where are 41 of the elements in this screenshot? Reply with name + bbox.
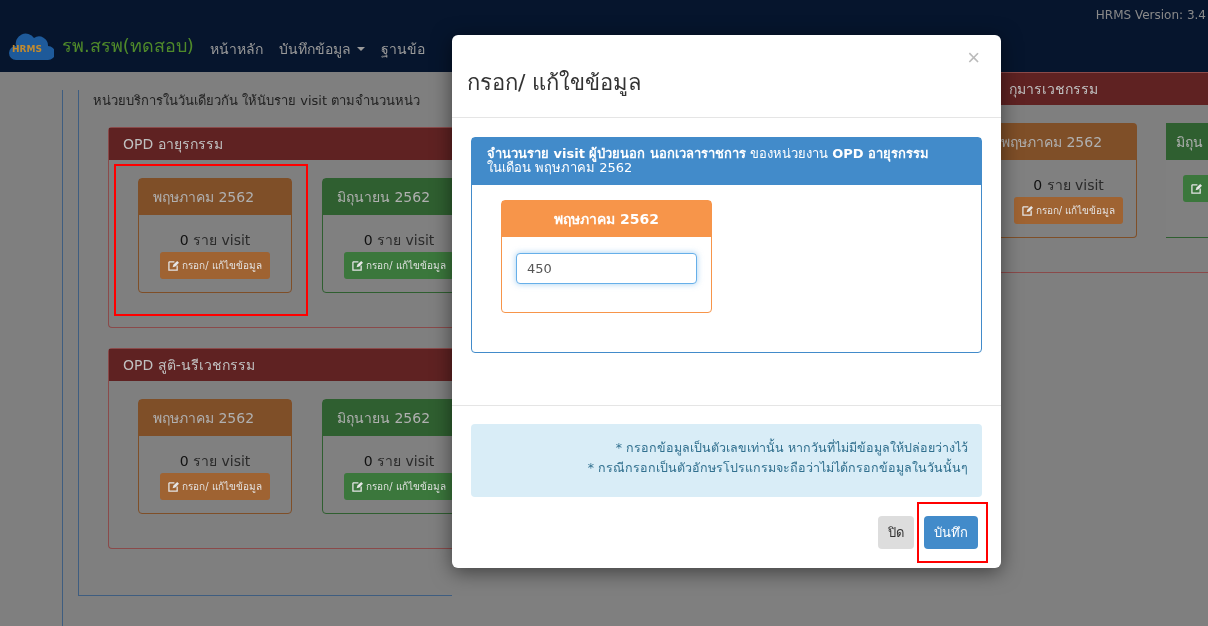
visit-count: 0 ราย visit xyxy=(363,231,435,250)
edit-button[interactable]: กรอก/ แก้ไขข้อมูล xyxy=(160,473,270,500)
month-header: พฤษภาคม 2562 xyxy=(502,200,711,237)
nav-link[interactable]: บันทึกข้อมูล xyxy=(278,38,365,60)
version-text: HRMS Version: 3.4 xyxy=(1095,8,1206,22)
panel-header: OPD สูติ-นรีเวชกรรม xyxy=(109,349,452,381)
nav-link[interactable]: ฐานข้อ xyxy=(380,38,425,60)
visit-count: 0 ราย visit xyxy=(363,452,435,471)
dialog-button[interactable]: บันทึก xyxy=(924,516,978,549)
visit-input-field[interactable]: 450 xyxy=(516,252,697,284)
modal-title: กรอก/ แก้ใขข้อมูล xyxy=(467,69,642,98)
month-header: พฤษภาคม 2562 xyxy=(1001,124,1136,160)
visit-count: 0 ราย visit xyxy=(179,452,251,471)
cloud-logo-icon xyxy=(8,32,54,62)
month-header: มิถุน xyxy=(1166,124,1208,160)
edit-button[interactable]: กรอก/ แก้ไขข้อมูล xyxy=(344,473,454,500)
brand-link[interactable]: รพ.สรพ(ทดสอบ) xyxy=(62,31,194,60)
visit-count: 0 ราย visit xyxy=(1033,176,1104,195)
panel-header: OPD อายุรกรรม xyxy=(109,128,452,160)
edit-icon xyxy=(168,260,180,271)
edit-icon xyxy=(1190,183,1202,194)
edit-icon xyxy=(1021,205,1033,216)
edit-icon xyxy=(352,260,364,271)
edit-button[interactable] xyxy=(1182,175,1208,202)
notice-text: หน่วยบริการในวันเดียวกัน ให้นับราย visit ตามจำนวนหน่ว xyxy=(93,92,422,110)
caret-icon xyxy=(356,47,365,51)
edit-button[interactable]: กรอก/ แก้ไขข้อมูล xyxy=(344,252,454,279)
edit-button[interactable]: กรอก/ แก้ไขข้อมูล xyxy=(160,252,270,279)
edit-icon xyxy=(352,481,364,492)
visit-count: 0 ราย visit xyxy=(179,231,251,250)
panel-header: กุมารเวชกรรม xyxy=(1001,73,1208,105)
dialog-button[interactable]: ปิด xyxy=(878,516,914,549)
edit-button[interactable]: กรอก/ แก้ไขข้อมูล xyxy=(1013,197,1124,224)
edit-icon xyxy=(168,481,180,492)
nav-link[interactable]: หน้าหลัก xyxy=(209,38,263,60)
logo-text: HRMS xyxy=(12,44,42,54)
panel-heading: จำนวนราย visit ผู้ป่วยนอก นอกเวลาราชการ ของหน่วยงาน OPD อายุรกรรม ในเดือน พฤษภาคม 2562 xyxy=(472,138,981,185)
alert-text: * กรอกข้อมูลเป็นตัวเลขเท่านั้น หากวันที่ไม่มีข้อมูลให้ปล่อยว่างไว้ xyxy=(615,438,968,458)
month-header: พฤษภาคม 2562 xyxy=(139,179,291,215)
month-header: พฤษภาคม 2562 xyxy=(139,400,291,436)
alert-text: * กรณีกรอกเป็นตัวอักษรโปรแกรมจะถือว่าไม่ได้กรอกข้อมูลในวันนั้นๆ xyxy=(587,458,968,478)
